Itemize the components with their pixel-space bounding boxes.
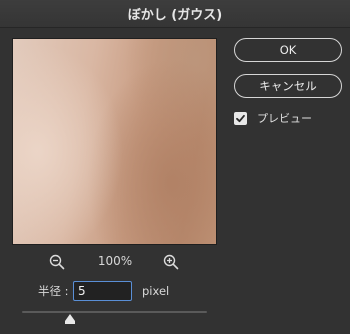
zoom-controls: 100%: [12, 252, 217, 272]
radius-slider-track[interactable]: [22, 311, 207, 313]
ok-button[interactable]: OK: [234, 38, 342, 62]
zoom-in-icon[interactable]: [162, 253, 180, 271]
radius-control: 半径 : pixel: [38, 281, 169, 301]
gaussian-blur-dialog: ぼかし (ガウス) 100% 半径 : pixel OK キャンセル: [0, 0, 350, 334]
radius-label: 半径 :: [38, 284, 69, 298]
checkmark-icon: [236, 114, 245, 122]
cancel-button[interactable]: キャンセル: [234, 74, 342, 98]
zoom-out-icon[interactable]: [48, 253, 66, 271]
radius-unit: pixel: [142, 284, 170, 298]
preview-checkbox[interactable]: [234, 111, 247, 125]
blur-preview-image[interactable]: [12, 38, 217, 245]
zoom-level-readout: 100%: [97, 254, 133, 268]
dialog-title: ぼかし (ガウス): [0, 0, 350, 28]
radius-slider-thumb[interactable]: [65, 314, 76, 324]
radius-input[interactable]: [73, 281, 132, 301]
preview-label: プレビュー: [257, 112, 312, 125]
preview-toggle[interactable]: プレビュー: [234, 110, 312, 126]
